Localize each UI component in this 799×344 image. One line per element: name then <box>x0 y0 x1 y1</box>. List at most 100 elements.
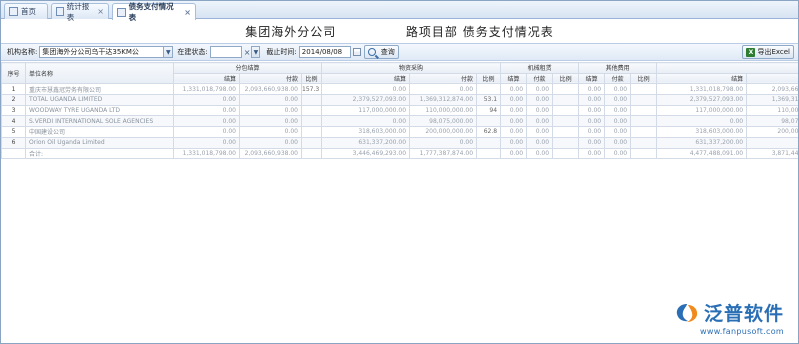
ratio-cell <box>300 115 323 128</box>
ratio-cell <box>552 94 580 106</box>
row-number <box>1 147 26 160</box>
amount-cell: 0.00 <box>604 115 632 128</box>
ratio-cell: 53.1 <box>476 94 502 106</box>
ratio-cell: 94 <box>476 104 502 117</box>
ratio-cell <box>630 83 658 96</box>
amount-cell: 0.00 <box>173 115 240 128</box>
amount-cell: 2,379,527,093.00 <box>321 94 411 106</box>
search-button[interactable]: 查询 <box>363 45 399 59</box>
excel-icon: X <box>746 47 756 57</box>
ratio-cell <box>300 104 323 117</box>
amount-cell: 0.00 <box>500 94 528 106</box>
tab-statistics-report[interactable]: 统计报表 × <box>51 2 109 22</box>
close-icon[interactable]: × <box>184 8 191 17</box>
calendar-icon[interactable] <box>352 48 361 56</box>
ratio-cell <box>630 115 658 128</box>
amount-cell: 1,777,387,874.00 <box>409 147 478 160</box>
tab-debt-payment[interactable]: 债务支付情况表 × <box>112 2 196 22</box>
amount-cell: 2,093,660,938.00 <box>239 147 302 160</box>
unit-name-cell: 重庆市慧鑫冠劳务有限公司 <box>25 83 174 96</box>
col-settle[interactable]: 结算 <box>173 72 240 85</box>
export-excel-button[interactable]: X 导出Excel <box>742 45 794 59</box>
amount-cell: 1,331,018,798.00 <box>656 83 748 96</box>
ratio-cell <box>476 147 502 160</box>
ratio-cell: 62.8 <box>476 126 502 138</box>
table-icon <box>117 7 126 17</box>
row-number: 3 <box>1 104 26 117</box>
ratio-cell <box>552 104 580 117</box>
col-settle[interactable]: 结算 <box>321 72 411 85</box>
col-group-other: 其他费用 <box>578 62 658 74</box>
amount-cell: 0.00 <box>321 83 411 96</box>
tab-home[interactable]: 首页 <box>4 3 48 19</box>
col-ratio[interactable]: 比例 <box>476 72 502 85</box>
table-row[interactable]: 6 Orion Oil Uganda Limited 0.00 0.00 631,337… <box>1 136 798 149</box>
ratio-cell <box>300 136 323 149</box>
col-settle[interactable]: 结算 <box>656 72 748 85</box>
row-number: 1 <box>1 83 26 96</box>
unit-name-cell: 合计: <box>25 147 174 160</box>
amount-cell: 0.00 <box>746 136 798 149</box>
ratio-cell <box>552 147 580 160</box>
amount-cell: 0.00 <box>409 136 478 149</box>
col-paid[interactable]: 付款 <box>526 72 554 85</box>
col-group-materials: 物资采购 <box>321 62 502 74</box>
amount-cell: 1,331,018,798.00 <box>173 147 240 160</box>
col-ratio[interactable]: 比例 <box>630 72 658 85</box>
col-settle[interactable]: 结算 <box>500 72 528 85</box>
amount-cell: 0.00 <box>578 104 606 117</box>
table-row[interactable]: 2 TOTAL UGANDA LIMITED 0.00 0.00 2,379,527,0… <box>1 94 798 106</box>
amount-cell: 3,446,469,293.00 <box>321 147 411 160</box>
date-input[interactable]: 2014/08/08 <box>298 46 351 58</box>
amount-cell: 0.00 <box>578 147 606 160</box>
amount-cell: 0.00 <box>604 147 632 160</box>
col-paid[interactable]: 付款 <box>239 72 302 85</box>
amount-cell: 0.00 <box>526 83 554 96</box>
close-icon[interactable]: × <box>97 7 104 16</box>
col-ratio[interactable]: 比例 <box>300 72 323 85</box>
org-input[interactable]: 集团海外分公司乌干达35KM公 <box>39 46 165 58</box>
chevron-down-icon[interactable]: ▼ <box>164 46 174 58</box>
amount-cell: 117,000,000.00 <box>656 104 748 117</box>
col-name[interactable]: 单位名称 <box>25 61 174 85</box>
amount-cell: 0.00 <box>500 104 528 117</box>
amount-cell: 0.00 <box>239 104 302 117</box>
table-row[interactable]: 1 重庆市慧鑫冠劳务有限公司 1,331,018,798.00 2,093,660,9… <box>1 83 798 96</box>
col-settle[interactable]: 结算 <box>578 72 606 85</box>
amount-cell: 0.00 <box>526 104 554 117</box>
amount-cell: 0.00 <box>526 126 554 138</box>
ratio-cell <box>630 136 658 149</box>
ratio-cell <box>630 126 658 138</box>
amount-cell: 110,000,000.00 <box>746 104 798 117</box>
col-paid[interactable]: 付款 <box>746 72 798 85</box>
col-paid[interactable]: 付款 <box>604 72 632 85</box>
ratio-cell <box>552 115 580 128</box>
amount-cell: 0.00 <box>526 94 554 106</box>
amount-cell: 0.00 <box>173 136 240 149</box>
table-row[interactable]: 4 S.VERDI INTERNATIONAL SOLE AGENCIES 0.00… <box>1 115 798 128</box>
row-number: 4 <box>1 115 26 128</box>
clear-icon[interactable]: × <box>244 48 251 57</box>
amount-cell: 0.00 <box>500 83 528 96</box>
app-window: 首页 统计报表 × 债务支付情况表 × 集团海外分公司 路项目部 债务支付情况表… <box>0 0 799 344</box>
amount-cell: 2,379,527,093.00 <box>656 94 748 106</box>
col-seq[interactable]: 序号 <box>1 61 26 85</box>
amount-cell: 0.00 <box>578 126 606 138</box>
col-ratio[interactable]: 比例 <box>552 72 580 85</box>
filter-toolbar: 机构名称: 集团海外分公司乌干达35KM公 ▼ 在建状态: × ▼ 截止时间: … <box>1 43 798 61</box>
ratio-cell <box>630 94 658 106</box>
ratio-cell <box>552 126 580 138</box>
chevron-down-icon[interactable]: ▼ <box>251 46 261 58</box>
table-row[interactable]: 合计: 1,331,018,798.00 2,093,660,938.00 3,446… <box>1 147 798 160</box>
table-row[interactable]: 5 中国建设公司 0.00 0.00 318,603,000.00 200,000,000… <box>1 126 798 138</box>
date-label: 截止时间: <box>266 48 297 56</box>
status-select[interactable] <box>209 46 242 58</box>
amount-cell: 2,093,660,938.00 <box>239 83 302 96</box>
col-paid[interactable]: 付款 <box>409 72 478 85</box>
ratio-cell <box>300 126 323 138</box>
amount-cell: 200,000,000.00 <box>409 126 478 138</box>
ratio-cell <box>552 83 580 96</box>
brand-logo: 泛普软件 www.fanpusoft.com <box>674 299 784 336</box>
table-row[interactable]: 3 WOODWAY TYRE UGANDA LTD 0.00 0.00 117,000,… <box>1 104 798 117</box>
ratio-cell <box>476 83 502 96</box>
